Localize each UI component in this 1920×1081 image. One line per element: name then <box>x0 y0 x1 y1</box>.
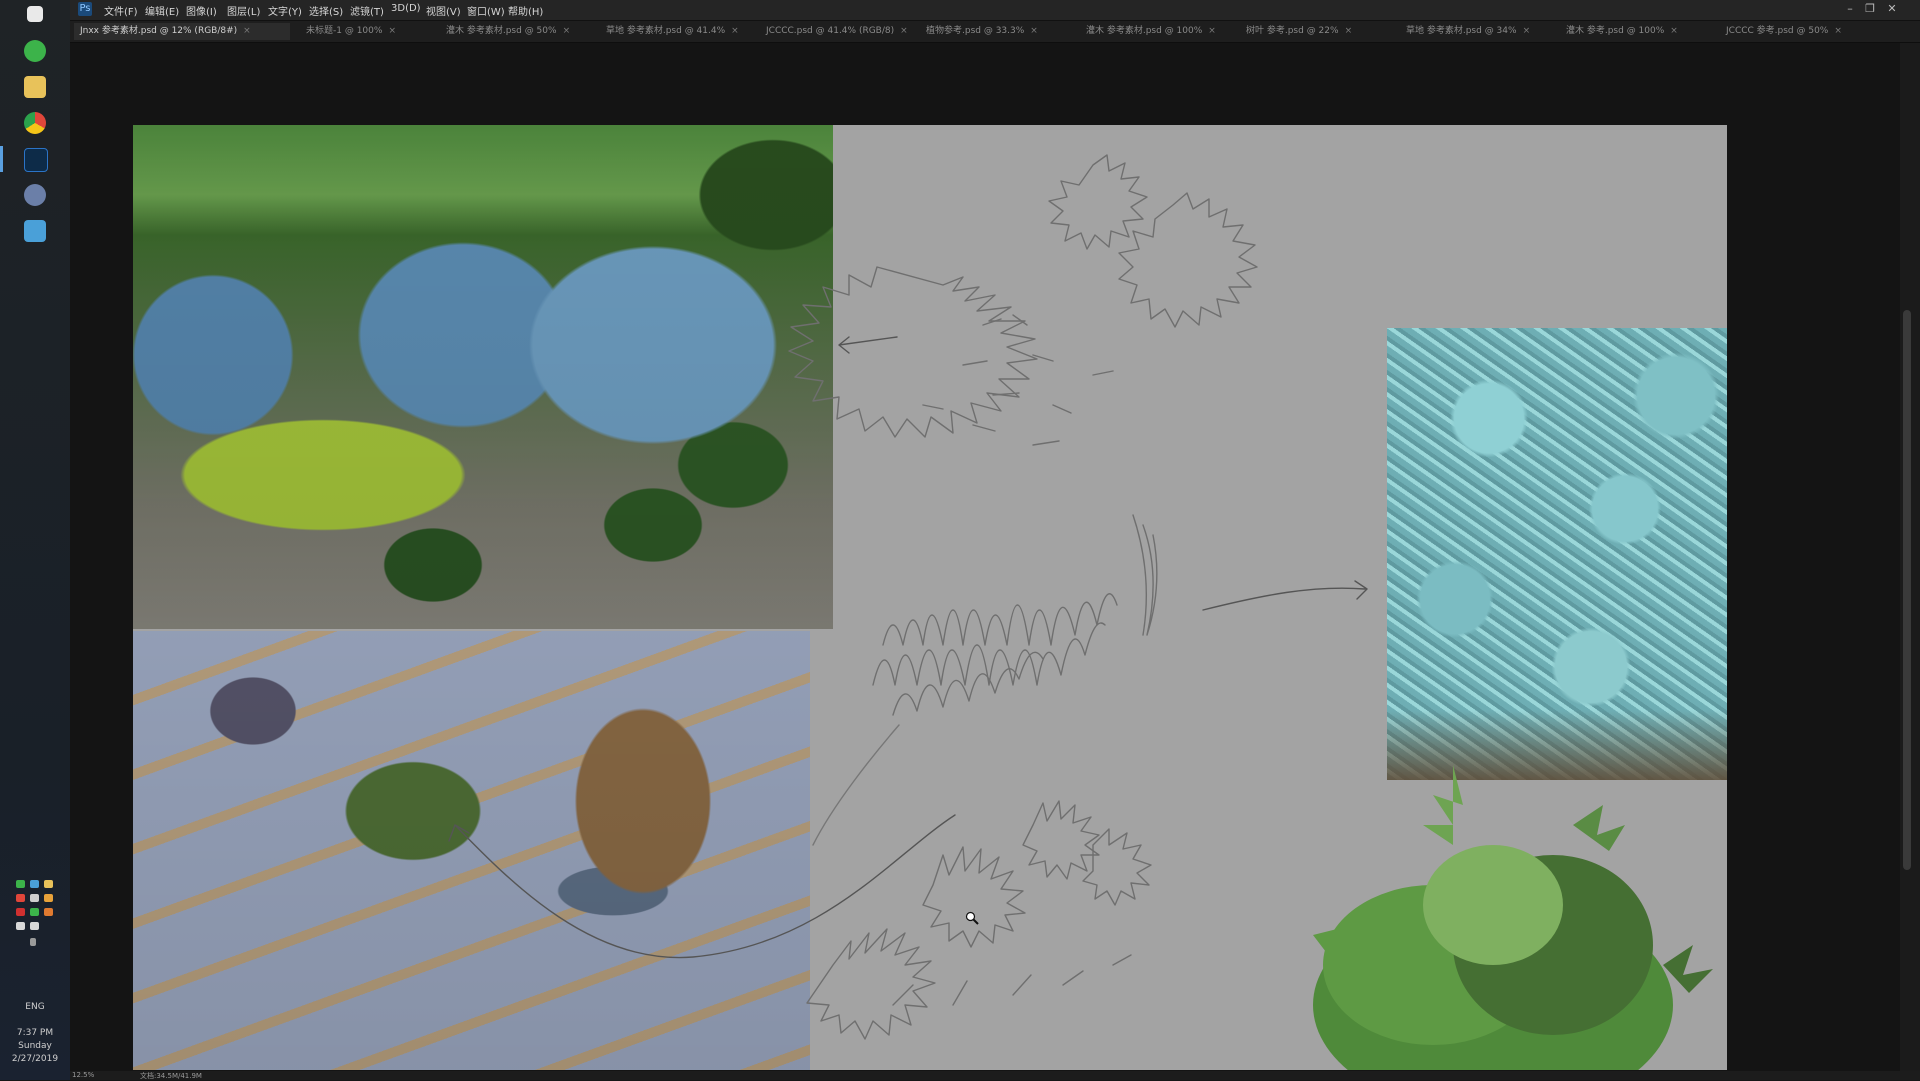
menu-type[interactable]: 文字(Y) <box>268 3 302 18</box>
tray-icon[interactable] <box>16 894 25 902</box>
tray-icon[interactable] <box>44 894 53 902</box>
sketch-succulent-scribble <box>872 514 1158 716</box>
tab-label: 灌木 参考素材.psd @ 100% <box>1086 26 1203 36</box>
menu-view[interactable]: 视图(V) <box>426 3 461 18</box>
tab-label: 未标题-1 @ 100% <box>306 26 383 36</box>
photoshop-logo-icon[interactable]: Ps <box>78 2 92 16</box>
volume-icon[interactable] <box>30 922 39 930</box>
tab-close-icon[interactable]: × <box>900 26 908 36</box>
sketch-leafy-shrub <box>806 800 1152 1040</box>
tab-label: 草地 参考素材.psd @ 34% <box>1406 26 1517 36</box>
tray-icon[interactable] <box>16 908 25 916</box>
arrow-from-garden <box>812 724 900 846</box>
clock-day: Sunday <box>18 1041 52 1051</box>
folder-icon[interactable] <box>24 76 46 98</box>
zoom-cursor-icon <box>965 911 979 925</box>
chrome-icon[interactable] <box>24 112 46 134</box>
tab-document[interactable]: 灌木 参考素材.psd @ 100% × <box>1080 23 1236 40</box>
wifi-icon[interactable] <box>16 922 25 930</box>
arrow-to-succulent <box>1202 580 1368 611</box>
media-icon[interactable] <box>24 220 46 242</box>
clock-time[interactable]: 7:37 PM <box>0 1028 70 1038</box>
restore-button[interactable]: ❐ <box>1862 2 1878 16</box>
input-method[interactable]: ENG <box>0 1002 70 1012</box>
menu-image[interactable]: 图像(I) <box>186 3 217 18</box>
document-tab-bar: Jnxx 参考素材.psd @ 12% (RGB/8#) × 未标题-1 @ 10… <box>70 21 1920 43</box>
tab-close-icon[interactable]: × <box>1345 26 1353 36</box>
tab-document[interactable]: 灌木 参考.psd @ 100% × <box>1560 23 1716 40</box>
tab-document[interactable]: JCCCC.psd @ 41.4% (RGB/8) × <box>760 23 916 40</box>
menu-help[interactable]: 帮助(H) <box>508 3 543 18</box>
active-app-indicator <box>0 146 3 172</box>
tab-close-icon[interactable]: × <box>243 26 251 36</box>
tab-label: 树叶 参考.psd @ 22% <box>1246 26 1339 36</box>
tab-close-icon[interactable]: × <box>1208 26 1216 36</box>
tab-document[interactable]: 植物参考.psd @ 33.3% × <box>920 23 1076 40</box>
arrow-to-spruce <box>838 336 898 354</box>
tray-icon[interactable] <box>44 880 53 888</box>
close-button[interactable]: ✕ <box>1884 2 1900 16</box>
sketch-layer <box>448 154 1713 1070</box>
wechat-icon[interactable] <box>24 40 46 62</box>
tab-document[interactable]: Jnxx 参考素材.psd @ 12% (RGB/8#) × <box>74 23 290 40</box>
taskbar: ENG 7:37 PM Sunday 2/27/2019 <box>0 0 71 1080</box>
tab-document[interactable]: 未标题-1 @ 100% × <box>300 23 436 40</box>
menu-select[interactable]: 选择(S) <box>309 3 343 18</box>
tab-document[interactable]: 草地 参考素材.psd @ 41.4% × <box>600 23 756 40</box>
photoshop-icon[interactable] <box>24 148 48 172</box>
tray-icon[interactable] <box>30 894 39 902</box>
tab-close-icon[interactable]: × <box>563 26 571 36</box>
menu-bar: Ps 文件(F) 编辑(E) 图像(I) 图层(L) 文字(Y) 选择(S) 滤… <box>70 0 1920 21</box>
menu-file[interactable]: 文件(F) <box>104 3 138 18</box>
document-canvas[interactable] <box>133 125 1727 1070</box>
tab-label: JCCCC.psd @ 41.4% (RGB/8) <box>766 26 895 36</box>
arrow-garden-curve <box>448 814 956 959</box>
tab-document[interactable]: 草地 参考素材.psd @ 34% × <box>1400 23 1556 40</box>
tab-label: Jnxx 参考素材.psd @ 12% (RGB/8#) <box>80 26 238 36</box>
tab-close-icon[interactable]: × <box>1834 26 1842 36</box>
menu-edit[interactable]: 编辑(E) <box>145 3 179 18</box>
browser-icon[interactable] <box>24 184 46 206</box>
tab-close-icon[interactable]: × <box>1523 26 1531 36</box>
menu-filter[interactable]: 滤镜(T) <box>350 3 384 18</box>
scrollbar-thumb[interactable] <box>1903 310 1911 870</box>
painted-shrub <box>1313 765 1713 1070</box>
tab-close-icon[interactable]: × <box>388 26 396 36</box>
tab-label: 草地 参考素材.psd @ 41.4% <box>606 26 726 36</box>
menu-window[interactable]: 窗口(W) <box>467 3 505 18</box>
tab-label: 植物参考.psd @ 33.3% <box>926 26 1025 36</box>
clock-date: 2/27/2019 <box>11 1054 59 1064</box>
tab-close-icon[interactable]: × <box>731 26 739 36</box>
sketch-conifer <box>788 154 1258 446</box>
tab-document[interactable]: 树叶 参考.psd @ 22% × <box>1240 23 1396 40</box>
zoom-level[interactable]: 12.5% <box>72 1071 94 1079</box>
tray-icon[interactable] <box>44 908 53 916</box>
tab-label: 灌木 参考素材.psd @ 50% <box>446 26 557 36</box>
tab-document[interactable]: JCCCC 参考.psd @ 50% × <box>1720 23 1896 40</box>
tab-label: JCCCC 参考.psd @ 50% <box>1726 26 1829 36</box>
pen-icon[interactable] <box>30 938 36 946</box>
windows-icon[interactable] <box>27 6 43 22</box>
menu-3d[interactable]: 3D(D) <box>391 3 421 14</box>
menu-layer[interactable]: 图层(L) <box>227 3 260 18</box>
tray-icon[interactable] <box>30 908 39 916</box>
tab-close-icon[interactable]: × <box>1030 26 1038 36</box>
tab-document[interactable]: 灌木 参考素材.psd @ 50% × <box>440 23 596 40</box>
system-tray <box>12 880 62 950</box>
tray-icon[interactable] <box>30 880 39 888</box>
tray-icon[interactable] <box>16 880 25 888</box>
tab-label: 灌木 参考.psd @ 100% <box>1566 26 1665 36</box>
minimize-button[interactable]: – <box>1842 2 1858 16</box>
tab-close-icon[interactable]: × <box>1670 26 1678 36</box>
status-bar: 12.5% 文档:34.5M/41.9M <box>70 1071 1920 1080</box>
